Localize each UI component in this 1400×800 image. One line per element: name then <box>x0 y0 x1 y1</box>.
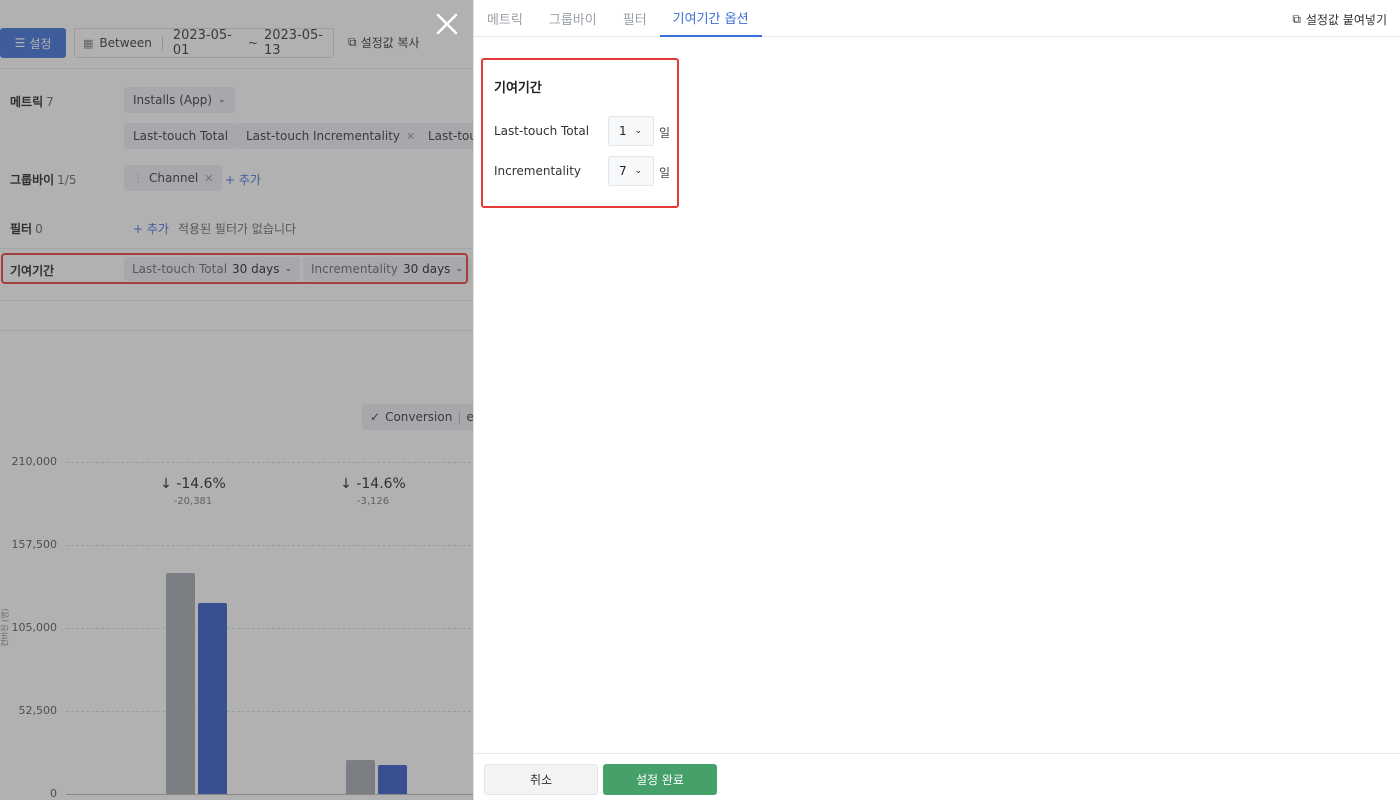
tab-attribution-options[interactable]: 기여기간 옵션 <box>659 0 762 37</box>
confirm-button[interactable]: 설정 완료 <box>603 764 717 795</box>
option-unit: 일 <box>659 126 671 140</box>
chevron-down-icon: ⌄ <box>634 166 643 176</box>
close-icon[interactable] <box>433 10 461 38</box>
option-label: Incrementality <box>494 164 582 178</box>
tab-bar: 메트릭 그룹바이 필터 기여기간 옵션 <box>474 0 1400 37</box>
section-title: 기여기간 <box>494 81 542 96</box>
tab-groupby[interactable]: 그룹바이 <box>536 0 610 37</box>
cancel-button[interactable]: 취소 <box>484 764 598 795</box>
tab-filter[interactable]: 필터 <box>610 0 660 37</box>
tab-metric[interactable]: 메트릭 <box>474 0 536 37</box>
attribution-options-box: 기여기간 Last-touch Total 1 ⌄ 일 Incrementali… <box>481 58 679 208</box>
option-unit: 일 <box>659 166 671 180</box>
chevron-down-icon: ⌄ <box>634 126 643 136</box>
last-touch-days-select[interactable]: 1 ⌄ <box>608 116 654 146</box>
paste-settings-button[interactable]: ⧉ 설정값 붙여넣기 <box>1292 11 1387 28</box>
option-label: Last-touch Total <box>494 124 590 138</box>
copy-icon: ⧉ <box>1292 12 1301 26</box>
modal-overlay[interactable] <box>0 0 473 800</box>
settings-panel: 메트릭 그룹바이 필터 기여기간 옵션 ⧉ 설정값 붙여넣기 기여기간 Last… <box>473 0 1400 800</box>
incrementality-days-select[interactable]: 7 ⌄ <box>608 156 654 186</box>
panel-footer: 취소 설정 완료 <box>474 753 1400 800</box>
